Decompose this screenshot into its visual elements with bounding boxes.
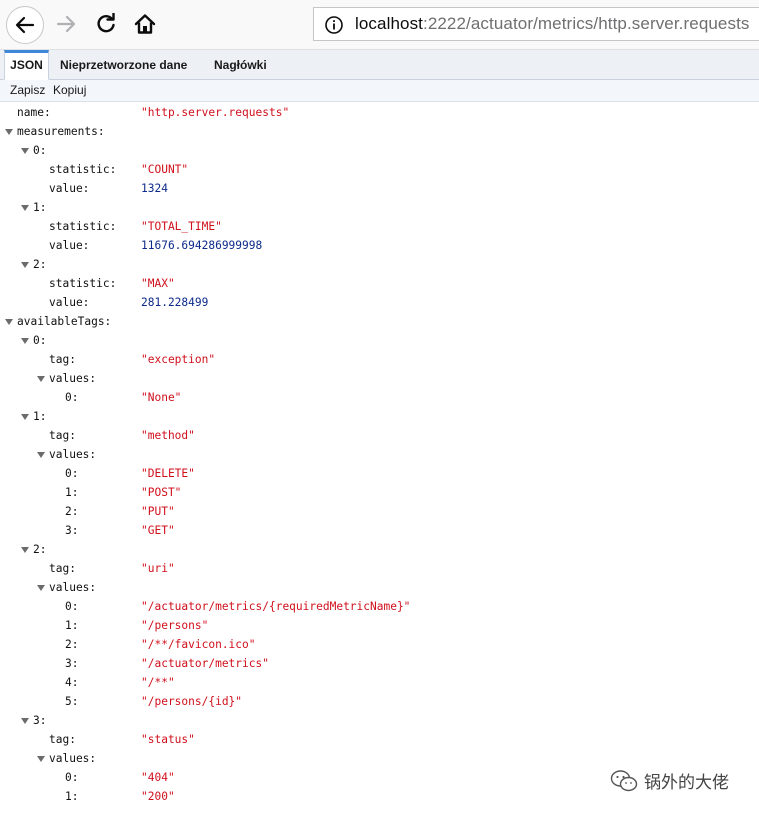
tree-key: 1:: [65, 790, 79, 803]
forward-arrow-icon: [56, 15, 76, 33]
expand-toggle-icon[interactable]: [37, 452, 45, 458]
url-bar[interactable]: localhost:2222/actuator/metrics/http.ser…: [313, 7, 759, 41]
expand-toggle-icon[interactable]: [21, 205, 29, 211]
expand-toggle-icon[interactable]: [5, 129, 13, 135]
tree-key: name:: [17, 106, 51, 119]
expand-toggle-icon[interactable]: [21, 414, 29, 420]
back-button[interactable]: [6, 6, 44, 44]
tree-key: 3:: [65, 524, 79, 537]
url-host: localhost: [355, 14, 423, 33]
home-button[interactable]: [127, 6, 163, 42]
tree-key: tag:: [49, 429, 76, 442]
tree-key: 0:: [65, 391, 79, 404]
tree-key: 0:: [33, 144, 47, 157]
browser-toolbar: localhost:2222/actuator/metrics/http.ser…: [0, 0, 759, 50]
tree-key: statistic:: [49, 163, 117, 176]
tree-value: "/persons/{id}": [141, 695, 243, 708]
tree-key: values:: [49, 448, 97, 461]
tree-value: "GET": [141, 524, 175, 537]
url-path: :2222/actuator/metrics/http.server.reque…: [423, 14, 750, 33]
tree-key: 0:: [65, 600, 79, 613]
tab-headers[interactable]: Nagłówki: [214, 50, 267, 80]
tree-value: "404": [141, 771, 175, 784]
reload-icon: [97, 13, 115, 33]
viewer-tabs: JSON Nieprzetworzone dane Nagłówki: [0, 50, 759, 80]
copy-button[interactable]: Kopiuj: [53, 83, 86, 97]
home-icon: [134, 14, 156, 34]
tree-value: "exception": [141, 353, 216, 366]
tree-key: values:: [49, 752, 97, 765]
json-toolbar: Zapisz Kopiuj: [0, 80, 759, 102]
tab-json[interactable]: JSON: [4, 50, 49, 80]
tree-key: 0:: [65, 771, 79, 784]
tree-key: 0:: [65, 467, 79, 480]
tree-key: 2:: [33, 258, 47, 271]
tree-key: value:: [49, 182, 90, 195]
tree-key: 3:: [33, 714, 47, 727]
tree-value: "/persons": [141, 619, 209, 632]
tree-key: 2:: [33, 543, 47, 556]
tree-key: 2:: [65, 505, 79, 518]
expand-toggle-icon[interactable]: [21, 148, 29, 154]
tree-value: "MAX": [141, 277, 175, 290]
tree-value: "http.server.requests": [141, 106, 290, 119]
tree-value: 1324: [141, 182, 168, 195]
tree-value: "/actuator/metrics": [141, 657, 269, 670]
wechat-icon: [610, 769, 638, 791]
tree-key: 1:: [65, 486, 79, 499]
tree-value: "COUNT": [141, 163, 189, 176]
watermark-text: 锅外的大佬: [644, 773, 729, 793]
tree-value: "/**/favicon.ico": [141, 638, 256, 651]
tree-key: 3:: [65, 657, 79, 670]
tree-key: tag:: [49, 353, 76, 366]
tree-value: "None": [141, 391, 182, 404]
tree-key: measurements:: [17, 125, 105, 138]
expand-toggle-icon[interactable]: [5, 319, 13, 325]
expand-toggle-icon[interactable]: [37, 376, 45, 382]
tree-key: value:: [49, 296, 90, 309]
save-button[interactable]: Zapisz: [10, 83, 45, 97]
tree-key: tag:: [49, 562, 76, 575]
tree-key: 0:: [33, 334, 47, 347]
expand-toggle-icon[interactable]: [21, 718, 29, 724]
expand-toggle-icon[interactable]: [37, 756, 45, 762]
tree-key: 5:: [65, 695, 79, 708]
tree-key: values:: [49, 372, 97, 385]
tree-key: statistic:: [49, 220, 117, 233]
info-icon[interactable]: [324, 15, 344, 35]
expand-toggle-icon[interactable]: [21, 262, 29, 268]
tree-value: "POST": [141, 486, 182, 499]
tree-value: "status": [141, 733, 195, 746]
json-tree: name: "http.server.requests" measurements:…: [0, 102, 759, 815]
tree-key: value:: [49, 239, 90, 252]
back-arrow-icon: [15, 16, 35, 34]
watermark: 锅外的大佬: [610, 768, 729, 793]
tree-key: 4:: [65, 676, 79, 689]
tree-key: tag:: [49, 733, 76, 746]
url-text[interactable]: localhost:2222/actuator/metrics/http.ser…: [355, 14, 750, 34]
tree-key: 1:: [33, 201, 47, 214]
expand-toggle-icon[interactable]: [21, 338, 29, 344]
tree-key: 2:: [65, 638, 79, 651]
tree-value: "PUT": [141, 505, 175, 518]
tree-value: "200": [141, 790, 175, 803]
tree-key: statistic:: [49, 277, 117, 290]
tree-key: 1:: [65, 619, 79, 632]
tree-key: availableTags:: [17, 315, 112, 328]
expand-toggle-icon[interactable]: [21, 547, 29, 553]
tree-value: 11676.694286999998: [141, 239, 263, 252]
forward-button[interactable]: [48, 6, 84, 42]
tree-key: 1:: [33, 410, 47, 423]
tree-value: "TOTAL_TIME": [141, 220, 222, 233]
tree-value: "DELETE": [141, 467, 195, 480]
tree-value: "method": [141, 429, 195, 442]
tree-value: "/**": [141, 676, 175, 689]
tree-value: "uri": [141, 562, 175, 575]
tab-raw-data[interactable]: Nieprzetworzone dane: [60, 50, 187, 80]
tree-key: values:: [49, 581, 97, 594]
reload-button[interactable]: [88, 6, 124, 42]
expand-toggle-icon[interactable]: [37, 585, 45, 591]
tree-value: 281.228499: [141, 296, 209, 309]
tree-value: "/actuator/metrics/{requiredMetricName}": [141, 600, 411, 613]
